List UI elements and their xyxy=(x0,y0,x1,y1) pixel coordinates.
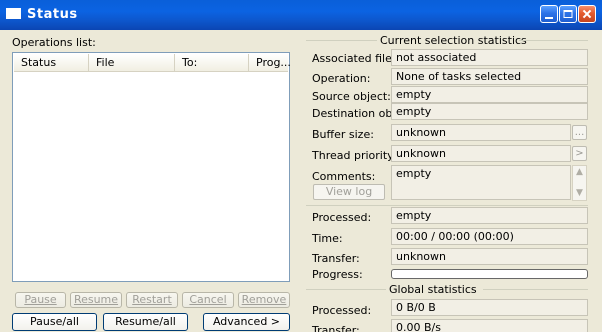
associated-file-value: not associated xyxy=(391,49,588,66)
scroll-down-icon[interactable]: ▼ xyxy=(575,189,584,198)
close-icon xyxy=(582,9,592,19)
resume-all-button[interactable]: Resume/all xyxy=(103,313,188,331)
buffer-size-options-button[interactable]: ... xyxy=(572,125,587,140)
column-to[interactable]: To: xyxy=(175,54,249,71)
processed-value: empty xyxy=(391,207,588,224)
global-stats-divider-right xyxy=(483,289,588,290)
buffer-size-label: Buffer size: xyxy=(312,128,374,141)
operations-list[interactable]: Status File To: Prog... xyxy=(12,52,291,282)
title-bar[interactable]: Status xyxy=(0,0,602,30)
thread-priority-button[interactable]: > xyxy=(572,146,587,161)
source-object-label: Source object: xyxy=(312,90,391,103)
remove-button[interactable]: Remove xyxy=(238,292,290,308)
window-icon xyxy=(6,8,21,19)
global-processed-label: Processed: xyxy=(312,304,372,317)
status-window: Status Operations list: Status File To: … xyxy=(0,0,602,332)
operation-label: Operation: xyxy=(312,72,371,85)
operations-list-label: Operations list: xyxy=(12,36,96,49)
thread-priority-label: Thread priority: xyxy=(312,149,397,162)
time-value: 00:00 / 00:00 (00:00) xyxy=(391,228,588,245)
processed-label: Processed: xyxy=(312,211,372,224)
minimize-button[interactable] xyxy=(540,5,558,23)
comments-label: Comments: xyxy=(312,170,376,183)
maximize-button[interactable] xyxy=(559,5,577,23)
pause-button[interactable]: Pause xyxy=(15,292,66,308)
associated-file-label: Associated file: xyxy=(312,52,396,65)
progress-label: Progress: xyxy=(312,268,363,281)
close-button[interactable] xyxy=(578,5,596,23)
global-transfer-value: 0.00 B/s xyxy=(391,319,588,332)
maximize-icon xyxy=(563,10,573,18)
minimize-icon xyxy=(545,17,553,19)
window-title: Status xyxy=(27,7,78,22)
global-stats-divider-left xyxy=(306,289,386,290)
pause-all-button[interactable]: Pause/all xyxy=(12,313,97,331)
current-stats-section-divider xyxy=(306,205,588,206)
column-file[interactable]: File xyxy=(89,54,175,71)
time-label: Time: xyxy=(312,232,343,245)
column-status[interactable]: Status xyxy=(14,54,89,71)
comments-value: empty xyxy=(391,165,571,200)
comments-scrollbar[interactable]: ▲ ▼ xyxy=(572,165,587,201)
thread-priority-value: unknown xyxy=(391,145,571,162)
cancel-button[interactable]: Cancel xyxy=(182,292,234,308)
advanced-button[interactable]: Advanced > xyxy=(203,313,290,331)
scroll-up-icon[interactable]: ▲ xyxy=(575,168,584,177)
restart-button[interactable]: Restart xyxy=(126,292,178,308)
operations-list-header: Status File To: Prog... xyxy=(14,54,291,72)
buffer-size-value: unknown xyxy=(391,124,571,141)
global-transfer-label: Transfer: xyxy=(312,324,360,332)
current-selection-statistics-title: Current selection statistics xyxy=(380,34,527,47)
current-stats-divider-right xyxy=(519,40,588,41)
column-progress[interactable]: Prog... xyxy=(249,54,291,71)
current-stats-divider-left xyxy=(306,40,377,41)
resume-button[interactable]: Resume xyxy=(70,292,122,308)
source-object-value: empty xyxy=(391,86,588,103)
view-log-button[interactable]: View log xyxy=(313,184,385,200)
destination-object-value: empty xyxy=(391,103,588,120)
global-processed-value: 0 B/0 B xyxy=(391,299,588,316)
operation-value: None of tasks selected xyxy=(391,68,588,85)
global-statistics-title: Global statistics xyxy=(389,283,477,296)
transfer-label: Transfer: xyxy=(312,252,360,265)
progress-bar xyxy=(391,269,588,279)
transfer-value: unknown xyxy=(391,248,588,265)
